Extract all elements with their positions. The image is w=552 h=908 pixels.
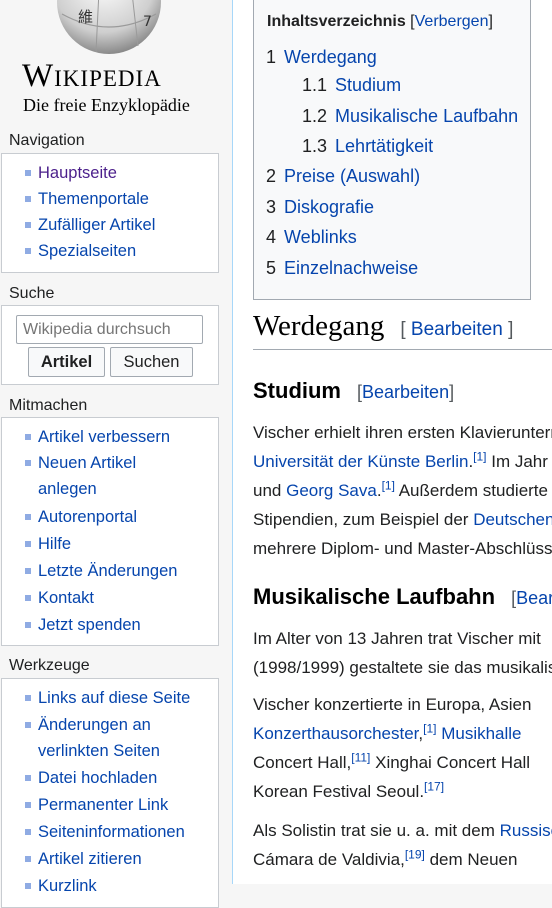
article-content: Inhaltsverzeichnis [Verbergen] 1 Werdegan…: [232, 0, 552, 884]
nav-item-zufaelliger-artikel[interactable]: Zufälliger Artikel: [2, 212, 218, 238]
nav-item-themenportale[interactable]: Themenportale: [2, 186, 218, 212]
laufbahn-paragraph-2: Vischer konzertierte in Europa, Asien Ko…: [253, 695, 532, 801]
link-georg-sava[interactable]: Georg Sava: [286, 481, 377, 500]
nav-item-hauptseite[interactable]: Hauptseite: [2, 160, 218, 186]
heading-divider: [253, 349, 552, 350]
toc-item-musikalische-laufbahn[interactable]: 1.2 Musikalische Laufbahn: [302, 106, 518, 127]
studium-paragraph: Vischer erhielt ihren ersten Klavierunte…: [253, 418, 552, 563]
tagline: Die freie Enzyklopädie: [23, 95, 190, 115]
tools-item-permanenter-link[interactable]: Permanenter Link: [2, 792, 218, 818]
fulltext-search-button[interactable]: Suchen: [110, 347, 193, 377]
participate-item-neuen-artikel-anlegen[interactable]: Neuen Artikel anlegen: [2, 450, 218, 502]
link-udk-berlin[interactable]: Universität der Künste Berlin: [253, 452, 468, 471]
toc-title: Inhaltsverzeichnis [Verbergen]: [267, 13, 493, 30]
ref-1[interactable]: [1]: [473, 449, 486, 463]
ref-1c[interactable]: [1]: [423, 721, 436, 735]
toc-item-lehrtaetigkeit[interactable]: 1.3 Lehrtätigkeit: [302, 136, 433, 157]
link-russischen[interactable]: Russischen: [500, 821, 552, 840]
edit-laufbahn-link[interactable]: Bearbeiten: [516, 588, 552, 608]
navigation-portal: Hauptseite Themenportale Zufälliger Arti…: [1, 153, 219, 273]
edit-studium-link[interactable]: Bearbeiten: [362, 382, 449, 402]
ref-1b[interactable]: [1]: [382, 478, 395, 492]
participate-item-artikel-verbessern[interactable]: Artikel verbessern: [2, 424, 218, 450]
tools-item-datei-hochladen[interactable]: Datei hochladen: [2, 765, 218, 791]
toc-item-preise[interactable]: 2 Preise (Auswahl): [266, 166, 420, 187]
wordmark: Wikipedia: [22, 58, 162, 94]
heading-werdegang: Werdegang[ Bearbeiten ]: [253, 310, 514, 342]
heading-musikalische-laufbahn: Musikalische Laufbahn[Bearbeiten]: [253, 584, 552, 610]
search-heading: Suche: [9, 285, 55, 302]
participate-item-kontakt[interactable]: Kontakt: [2, 585, 218, 611]
heading-studium: Studium [Bearbeiten]: [253, 378, 455, 403]
search-input[interactable]: [16, 315, 203, 344]
toc-item-weblinks[interactable]: 4 Weblinks: [266, 227, 357, 248]
toc-item-studium[interactable]: 1.1 Studium: [302, 75, 401, 96]
svg-text:維: 維: [78, 8, 93, 26]
participate-item-jetzt-spenden[interactable]: Jetzt spenden: [2, 612, 218, 638]
participate-item-autorenportal[interactable]: Autorenportal: [2, 504, 218, 530]
tools-heading: Werkzeuge: [9, 657, 90, 674]
toc-item-diskografie[interactable]: 3 Diskografie: [266, 197, 374, 218]
laufbahn-paragraph-3: Als Solistin trat sie u. a. mit dem Russ…: [253, 816, 552, 874]
toc-item-werdegang[interactable]: 1 Werdegang: [266, 47, 377, 68]
ref-19[interactable]: [19]: [405, 847, 425, 861]
nav-item-spezialseiten[interactable]: Spezialseiten: [2, 238, 218, 264]
edit-werdegang-link[interactable]: Bearbeiten: [411, 319, 503, 340]
ref-11[interactable]: [11]: [351, 750, 370, 764]
toc-toggle-link[interactable]: Verbergen: [415, 13, 489, 30]
participate-heading: Mitmachen: [9, 397, 88, 414]
tools-item-aenderungen-an-verlinkten-seiten[interactable]: Änderungen an verlinkten Seiten: [2, 712, 218, 764]
table-of-contents: Inhaltsverzeichnis [Verbergen] 1 Werdegan…: [253, 0, 531, 300]
tools-portal: Links auf diese Seite Änderungen an verli…: [1, 678, 219, 908]
laufbahn-paragraph-1: Im Alter von 13 Jahren trat Vischer mit …: [253, 629, 552, 677]
participate-item-letzte-aenderungen[interactable]: Letzte Änderungen: [2, 558, 218, 584]
participate-portal: Artikel verbessern Neuen Artikel anlegen …: [1, 417, 219, 646]
participate-item-hilfe[interactable]: Hilfe: [2, 531, 218, 557]
svg-text:7: 7: [143, 14, 152, 30]
link-deutschen[interactable]: Deutschen: [473, 510, 552, 529]
link-konzerthausorchester[interactable]: Konzerthausorchester: [253, 724, 418, 743]
tools-item-kurzlink[interactable]: Kurzlink: [2, 873, 218, 899]
tools-item-seiteninformationen[interactable]: Seiteninformationen: [2, 819, 218, 845]
ref-17[interactable]: [17]: [424, 779, 444, 793]
navigation-heading: Navigation: [9, 132, 85, 149]
wikipedia-logo[interactable]: 維 7 Wikipedia Die freie Enzyklopädie: [0, 0, 232, 125]
sidebar: 維 7 Wikipedia Die freie Enzyklopädie Nav…: [0, 0, 232, 908]
link-musikhalle[interactable]: Musikhalle: [441, 724, 521, 743]
article-search-button[interactable]: Artikel: [28, 347, 105, 377]
tools-item-links-auf-diese-seite[interactable]: Links auf diese Seite: [2, 685, 218, 711]
tools-item-artikel-zitieren[interactable]: Artikel zitieren: [2, 846, 218, 872]
toc-item-einzelnachweise[interactable]: 5 Einzelnachweise: [266, 258, 418, 279]
